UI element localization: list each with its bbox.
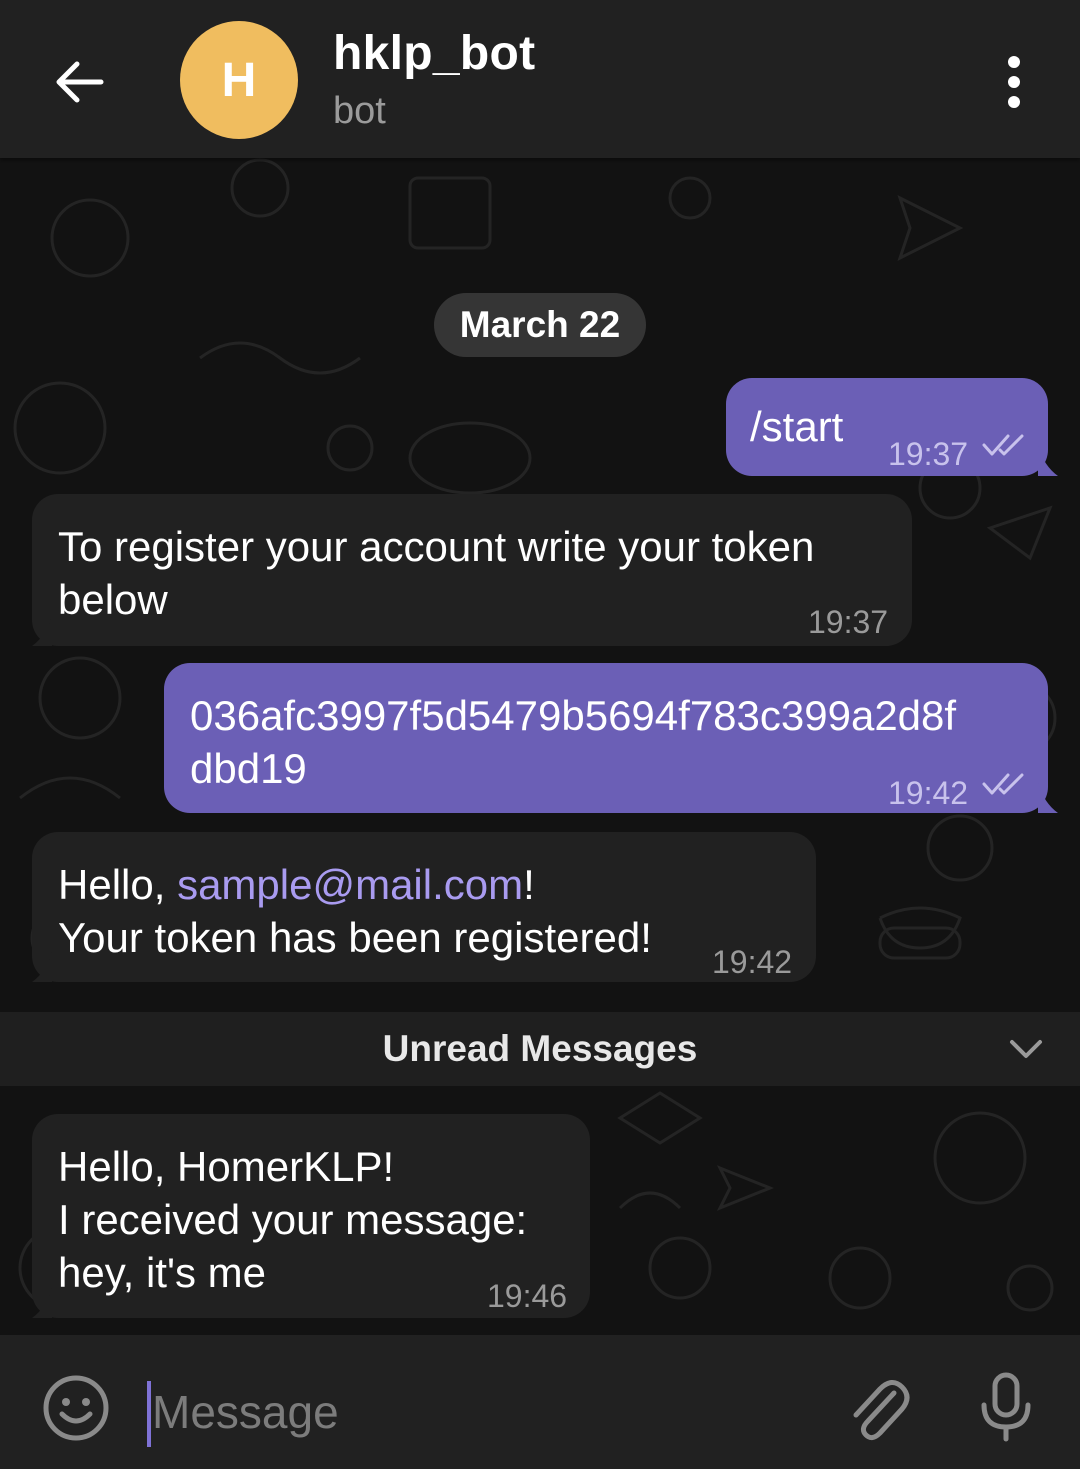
message-composer bbox=[0, 1335, 1080, 1469]
message-input[interactable] bbox=[152, 1375, 752, 1449]
message-text: /start bbox=[750, 403, 844, 450]
message-text-line: Hello, HomerKLP! bbox=[58, 1143, 395, 1190]
message-time: 19:37 bbox=[888, 436, 969, 472]
message-text-line: Your token has been registered! bbox=[58, 914, 652, 961]
double-check-icon bbox=[982, 434, 1024, 456]
message-time: 19:37 bbox=[808, 604, 889, 640]
bubble-tail bbox=[32, 616, 52, 646]
avatar-letter: H bbox=[221, 53, 257, 107]
greeting-suffix: ! bbox=[523, 861, 535, 908]
unread-messages-bar[interactable]: Unread Messages bbox=[0, 1012, 1080, 1086]
message-text-line: hey, it's me bbox=[58, 1249, 266, 1296]
double-check-icon bbox=[982, 773, 1024, 795]
arrow-left-icon bbox=[56, 61, 104, 103]
date-separator: March 22 bbox=[434, 293, 646, 357]
message-time: 19:42 bbox=[888, 775, 969, 811]
smile-icon[interactable] bbox=[40, 1372, 112, 1444]
message-text-line: dbd19 bbox=[190, 745, 307, 792]
more-vertical-icon bbox=[1008, 56, 1020, 108]
message-time: 19:42 bbox=[712, 944, 793, 980]
message-text-line: I received your message: bbox=[58, 1196, 528, 1243]
chat-status: bot bbox=[333, 90, 386, 132]
bubble-tail bbox=[1038, 783, 1058, 813]
text-cursor bbox=[147, 1381, 151, 1447]
chevron-down-icon[interactable] bbox=[1006, 1034, 1046, 1064]
message-text-line: 036afc3997f5d5479b5694f783c399a2d8f bbox=[190, 692, 957, 739]
chat-title[interactable]: hklp_bot bbox=[333, 26, 535, 81]
microphone-icon[interactable] bbox=[976, 1371, 1036, 1443]
greeting-text: Hello, bbox=[58, 861, 178, 908]
incoming-message[interactable]: Hello, HomerKLP! I received your message… bbox=[32, 1114, 590, 1318]
message-text-line: To register your account write your toke… bbox=[58, 523, 815, 570]
email-link[interactable]: sample@mail.com bbox=[177, 861, 523, 908]
chat-header: H hklp_bot bot bbox=[0, 0, 1080, 158]
incoming-message[interactable]: Hello, sample@mail.com! Your token has b… bbox=[32, 832, 816, 982]
bubble-tail bbox=[1038, 446, 1058, 476]
incoming-message[interactable]: To register your account write your toke… bbox=[32, 494, 912, 646]
paperclip-icon[interactable] bbox=[846, 1371, 910, 1443]
message-list[interactable]: March 22 /start 19:37 To register your a… bbox=[0, 158, 1080, 1335]
bubble-tail bbox=[32, 952, 52, 982]
outgoing-message[interactable]: /start 19:37 bbox=[726, 378, 1058, 476]
unread-label: Unread Messages bbox=[382, 1028, 698, 1069]
message-time: 19:46 bbox=[487, 1278, 568, 1314]
outgoing-message[interactable]: 036afc3997f5d5479b5694f783c399a2d8f dbd1… bbox=[164, 663, 1058, 813]
back-button[interactable] bbox=[42, 44, 118, 120]
message-text-line: Hello, sample@mail.com! bbox=[58, 858, 535, 911]
message-text-line: below bbox=[58, 576, 168, 623]
avatar[interactable]: H bbox=[180, 21, 298, 139]
more-options-button[interactable] bbox=[982, 44, 1046, 120]
bubble-tail bbox=[32, 1288, 52, 1318]
